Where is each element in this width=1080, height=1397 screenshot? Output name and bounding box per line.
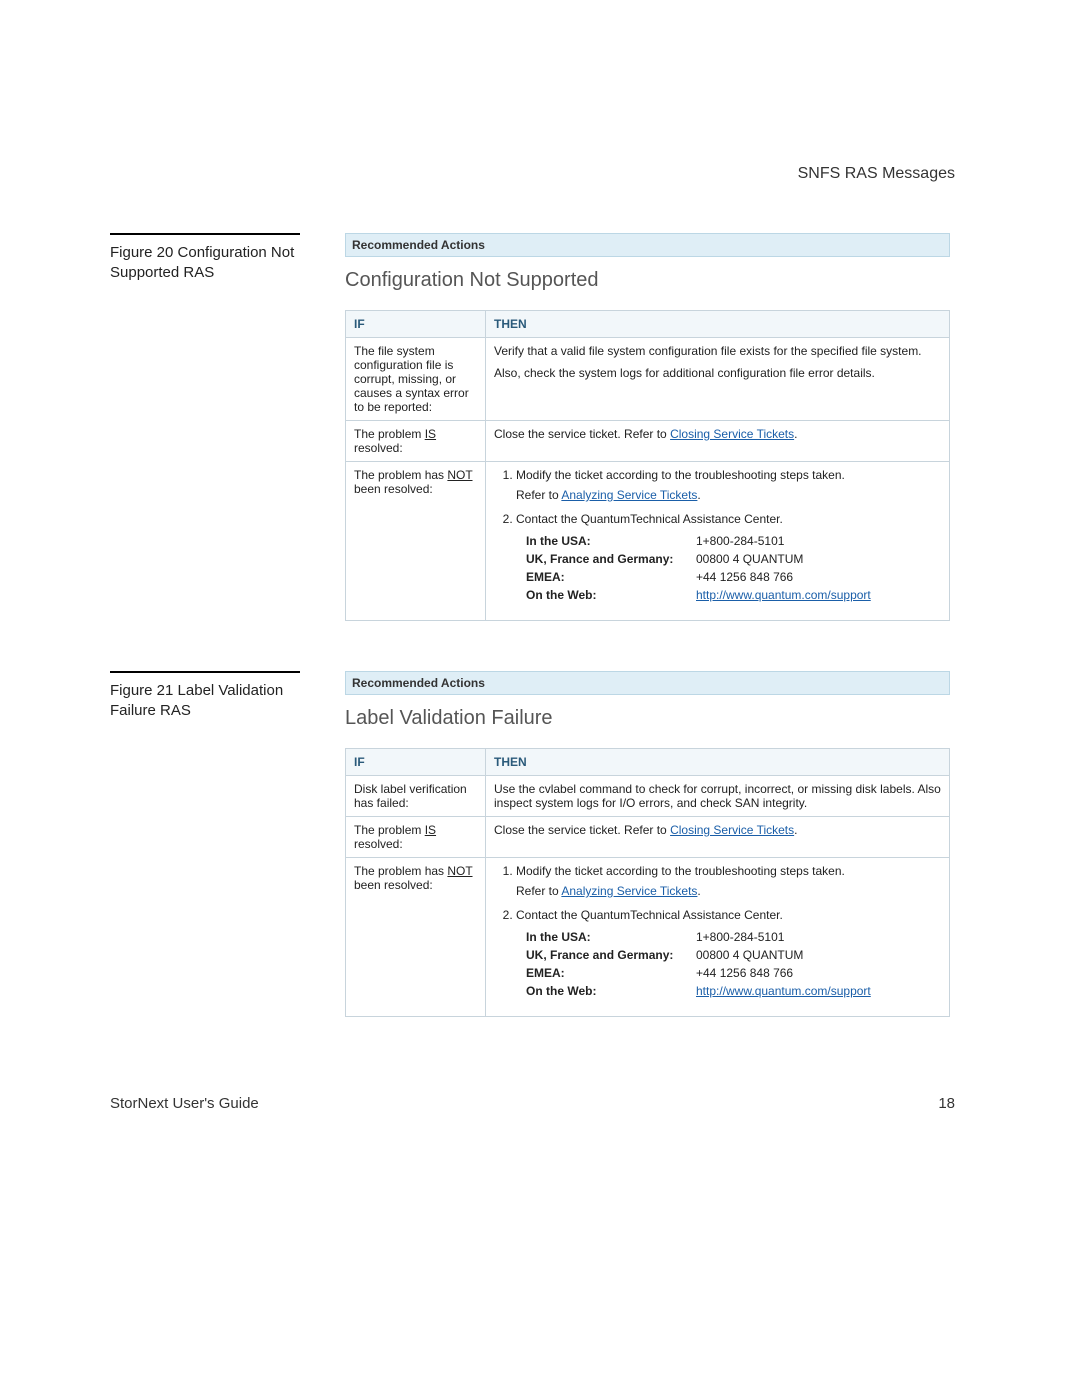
th-if: IF <box>346 311 486 338</box>
closing-service-tickets-link[interactable]: Closing Service Tickets <box>670 823 794 837</box>
figure-20-section: Figure 20 Configuration Not Supported RA… <box>110 233 955 621</box>
then-text: Verify that a valid file system configur… <box>494 344 941 358</box>
if-cell: The problem IS resolved: <box>346 421 486 462</box>
closing-service-tickets-link[interactable]: Closing Service Tickets <box>670 427 794 441</box>
if-cell: The file system configuration file is co… <box>346 338 486 421</box>
then-cell: Close the service ticket. Refer to Closi… <box>486 817 950 858</box>
table-row: The problem IS resolved: Close the servi… <box>346 421 950 462</box>
if-cell: The problem has NOT been resolved: <box>346 462 486 621</box>
table-row: The file system configuration file is co… <box>346 338 950 421</box>
support-url-link[interactable]: http://www.quantum.com/support <box>696 984 871 998</box>
contact-label: On the Web: <box>526 586 696 604</box>
then-cell: Close the service ticket. Refer to Closi… <box>486 421 950 462</box>
then-cell: Use the cvlabel command to check for cor… <box>486 776 950 817</box>
contact-label: In the USA: <box>526 532 696 550</box>
ras-table-config: IF THEN The file system configuration fi… <box>345 310 950 621</box>
recommended-actions-banner: Recommended Actions <box>345 671 950 695</box>
contact-label: EMEA: <box>526 568 696 586</box>
contact-label: EMEA: <box>526 964 696 982</box>
th-if: IF <box>346 749 486 776</box>
figure-21-caption: Figure 21 Label Validation Failure RAS <box>110 681 325 722</box>
th-then: THEN <box>486 749 950 776</box>
contact-label: In the USA: <box>526 928 696 946</box>
page-header-section: SNFS RAS Messages <box>110 165 955 183</box>
figure-20-caption: Figure 20 Configuration Not Supported RA… <box>110 243 325 284</box>
then-cell: Modify the ticket according to the troub… <box>486 858 950 1017</box>
table-row: The problem has NOT been resolved: Modif… <box>346 462 950 621</box>
footer-guide-title: StorNext User's Guide <box>110 1095 259 1112</box>
panel-title-config-not-supported: Configuration Not Supported <box>345 269 950 292</box>
contact-value: +44 1256 848 766 <box>696 568 793 586</box>
then-cell: Verify that a valid file system configur… <box>486 338 950 421</box>
table-row: Disk label verification has failed: Use … <box>346 776 950 817</box>
step-item: Contact the QuantumTechnical Assistance … <box>516 908 941 1000</box>
table-row: The problem IS resolved: Close the servi… <box>346 817 950 858</box>
analyzing-service-tickets-link[interactable]: Analyzing Service Tickets <box>561 884 697 898</box>
recommended-actions-banner: Recommended Actions <box>345 233 950 257</box>
step-item: Contact the QuantumTechnical Assistance … <box>516 512 941 604</box>
footer-page-number: 18 <box>938 1095 955 1112</box>
figure-rule <box>110 671 300 673</box>
if-cell: The problem has NOT been resolved: <box>346 858 486 1017</box>
if-cell: Disk label verification has failed: <box>346 776 486 817</box>
then-cell: Modify the ticket according to the troub… <box>486 462 950 621</box>
step-item: Modify the ticket according to the troub… <box>516 864 941 898</box>
analyzing-service-tickets-link[interactable]: Analyzing Service Tickets <box>561 488 697 502</box>
contact-label: On the Web: <box>526 982 696 1000</box>
step-item: Modify the ticket according to the troub… <box>516 468 941 502</box>
support-url-link[interactable]: http://www.quantum.com/support <box>696 588 871 602</box>
if-cell: The problem IS resolved: <box>346 817 486 858</box>
contact-value: 00800 4 QUANTUM <box>696 550 803 568</box>
th-then: THEN <box>486 311 950 338</box>
page-footer: StorNext User's Guide 18 <box>110 1095 955 1112</box>
contact-label: UK, France and Germany: <box>526 946 696 964</box>
figure-21-section: Figure 21 Label Validation Failure RAS R… <box>110 671 955 1017</box>
contact-value: 1+800-284-5101 <box>696 928 784 946</box>
contact-value: 00800 4 QUANTUM <box>696 946 803 964</box>
contact-value: +44 1256 848 766 <box>696 964 793 982</box>
then-text: Also, check the system logs for addition… <box>494 366 941 380</box>
contact-label: UK, France and Germany: <box>526 550 696 568</box>
figure-rule <box>110 233 300 235</box>
contact-value: 1+800-284-5101 <box>696 532 784 550</box>
table-row: The problem has NOT been resolved: Modif… <box>346 858 950 1017</box>
ras-table-label: IF THEN Disk label verification has fail… <box>345 748 950 1017</box>
panel-title-label-validation: Label Validation Failure <box>345 707 950 730</box>
